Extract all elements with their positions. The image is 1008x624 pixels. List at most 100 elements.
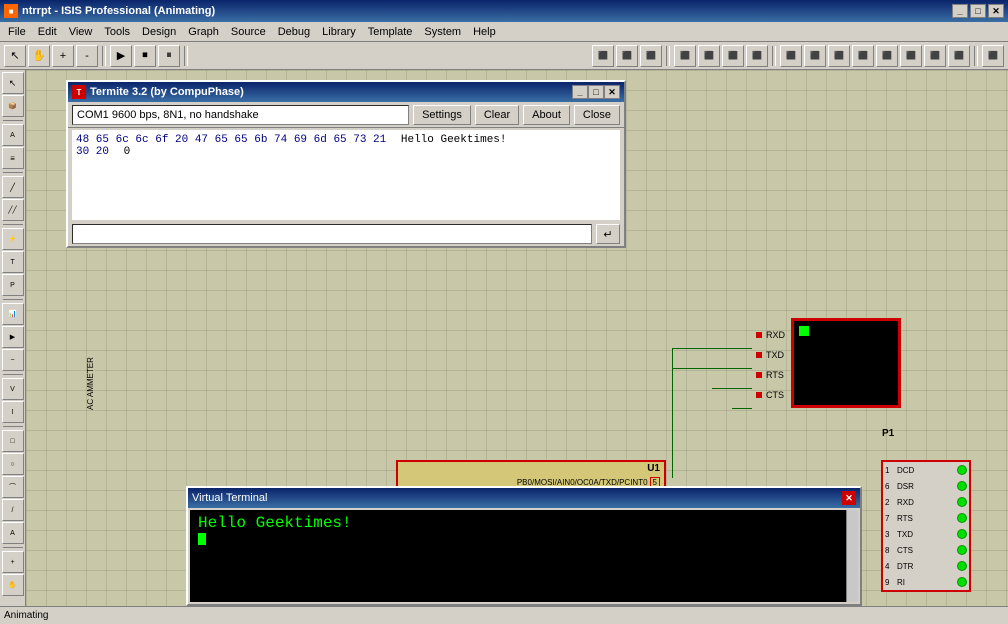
tb-stop[interactable]: ⏹ bbox=[134, 45, 156, 67]
db9-label-rts: RTS bbox=[897, 514, 957, 523]
tb-r6[interactable]: ⬛ bbox=[722, 45, 744, 67]
lt-sep-3 bbox=[3, 224, 23, 225]
tb-run[interactable]: ▶ bbox=[110, 45, 132, 67]
tb-zoom-in[interactable]: + bbox=[52, 45, 74, 67]
virtual-terminal-dialog: Virtual Terminal ✕ Hello Geektimes! bbox=[186, 486, 862, 606]
db9-num-1: 1 bbox=[885, 466, 897, 475]
vterm-scrollbar[interactable] bbox=[846, 510, 858, 602]
lt-bus-wire[interactable]: ╱╱ bbox=[2, 199, 24, 221]
lt-circle[interactable]: ○ bbox=[2, 453, 24, 475]
lt-terminal[interactable]: T bbox=[2, 251, 24, 273]
hex-line-2: 30 20 0 bbox=[76, 146, 616, 158]
termite-close[interactable]: ✕ bbox=[604, 85, 620, 99]
ac-ammeter-label: AC AMMETER bbox=[86, 357, 95, 410]
enter-button[interactable]: ↵ bbox=[596, 224, 620, 244]
lt-volt[interactable]: V bbox=[2, 378, 24, 400]
lt-bus[interactable]: ≡ bbox=[2, 147, 24, 169]
db9-num-2: 2 bbox=[885, 498, 897, 507]
lt-path[interactable]: / bbox=[2, 499, 24, 521]
lt-arc[interactable]: ⌒ bbox=[2, 476, 24, 498]
close-button[interactable]: ✕ bbox=[988, 4, 1004, 18]
menu-graph[interactable]: Graph bbox=[182, 24, 225, 40]
menu-design[interactable]: Design bbox=[136, 24, 182, 40]
lt-pin[interactable]: P bbox=[2, 274, 24, 296]
lt-box[interactable]: □ bbox=[2, 430, 24, 452]
settings-button[interactable]: Settings bbox=[413, 105, 471, 125]
menu-tools[interactable]: Tools bbox=[98, 24, 136, 40]
menu-view[interactable]: View bbox=[63, 24, 99, 40]
tb-zoom-out[interactable]: - bbox=[76, 45, 98, 67]
db9-num-6: 6 bbox=[885, 482, 897, 491]
tb-separator-2 bbox=[184, 46, 188, 66]
lt-graph[interactable]: 📊 bbox=[2, 303, 24, 325]
menu-library[interactable]: Library bbox=[316, 24, 362, 40]
about-button[interactable]: About bbox=[523, 105, 570, 125]
tb-r2[interactable]: ⬛ bbox=[616, 45, 638, 67]
db9-num-4: 4 bbox=[885, 562, 897, 571]
db9-pin-dtr: 4 DTR bbox=[883, 558, 969, 574]
tb-separator-4 bbox=[772, 46, 776, 66]
termite-dialog: T Termite 3.2 (by CompuPhase) _ □ ✕ COM1… bbox=[66, 80, 626, 248]
menu-file[interactable]: File bbox=[2, 24, 32, 40]
menu-source[interactable]: Source bbox=[225, 24, 272, 40]
lt-label[interactable]: A bbox=[2, 124, 24, 146]
vterm-cursor-line bbox=[198, 532, 850, 548]
tb-r8[interactable]: ⬛ bbox=[780, 45, 802, 67]
tb-r15[interactable]: ⬛ bbox=[948, 45, 970, 67]
tb-r4[interactable]: ⬛ bbox=[674, 45, 696, 67]
chip-u1-label: U1 bbox=[398, 462, 664, 475]
close-port-button[interactable]: Close bbox=[574, 105, 620, 125]
menu-debug[interactable]: Debug bbox=[272, 24, 316, 40]
vterm-title-bar: Virtual Terminal ✕ bbox=[188, 488, 860, 508]
tb-r13[interactable]: ⬛ bbox=[900, 45, 922, 67]
minimize-button[interactable]: _ bbox=[952, 4, 968, 18]
termite-minimize[interactable]: _ bbox=[572, 85, 588, 99]
clear-button[interactable]: Clear bbox=[475, 105, 519, 125]
lt-probe[interactable]: ⚡ bbox=[2, 228, 24, 250]
tb-r5[interactable]: ⬛ bbox=[698, 45, 720, 67]
ascii-data-1: Hello Geektimes! bbox=[401, 134, 507, 146]
tb-separator-3 bbox=[666, 46, 670, 66]
hex-data-2: 30 20 bbox=[76, 146, 109, 158]
db9-led-dsr bbox=[957, 481, 967, 491]
lt-zoom-window[interactable]: + bbox=[2, 551, 24, 573]
tb-r10[interactable]: ⬛ bbox=[828, 45, 850, 67]
termite-maximize[interactable]: □ bbox=[588, 85, 604, 99]
lt-curr[interactable]: I bbox=[2, 401, 24, 423]
tb-pause[interactable]: ⏸ bbox=[158, 45, 180, 67]
lt-component[interactable]: 📦 bbox=[2, 95, 24, 117]
menu-template[interactable]: Template bbox=[362, 24, 419, 40]
tb-r3[interactable]: ⬛ bbox=[640, 45, 662, 67]
menu-edit[interactable]: Edit bbox=[32, 24, 63, 40]
hex-line-1: 48 65 6c 6c 6f 20 47 65 65 6b 74 69 6d 6… bbox=[76, 134, 616, 146]
tb-select[interactable]: ↖ bbox=[4, 45, 26, 67]
tb-r14[interactable]: ⬛ bbox=[924, 45, 946, 67]
db9-connector: 1 DCD 6 DSR 2 RXD 7 RTS bbox=[881, 460, 971, 592]
db9-num-7: 7 bbox=[885, 514, 897, 523]
rts-label: RTS bbox=[766, 370, 784, 380]
tb-r9[interactable]: ⬛ bbox=[804, 45, 826, 67]
lt-wire[interactable]: ╱ bbox=[2, 176, 24, 198]
tb-r11[interactable]: ⬛ bbox=[852, 45, 874, 67]
db9-num-3: 3 bbox=[885, 530, 897, 539]
lt-gen[interactable]: ~ bbox=[2, 349, 24, 371]
termite-input-field[interactable] bbox=[72, 224, 592, 244]
db9-led-dtr bbox=[957, 561, 967, 571]
menu-help[interactable]: Help bbox=[467, 24, 502, 40]
vterm-close-button[interactable]: ✕ bbox=[842, 491, 856, 505]
lt-tape[interactable]: ▶ bbox=[2, 326, 24, 348]
lt-pan[interactable]: ✋ bbox=[2, 574, 24, 596]
tb-r12[interactable]: ⬛ bbox=[876, 45, 898, 67]
canvas-area[interactable]: RXD TXD RTS CTS P1 bbox=[26, 70, 1008, 606]
txd-dot bbox=[756, 352, 762, 358]
tb-r1[interactable]: ⬛ bbox=[592, 45, 614, 67]
tb-hand[interactable]: ✋ bbox=[28, 45, 50, 67]
maximize-button[interactable]: □ bbox=[970, 4, 986, 18]
lt-sep-7 bbox=[3, 547, 23, 548]
lt-arrow[interactable]: ↖ bbox=[2, 72, 24, 94]
tb-r16[interactable]: ⬛ bbox=[982, 45, 1004, 67]
termite-content: 48 65 6c 6c 6f 20 47 65 65 6b 74 69 6d 6… bbox=[72, 130, 620, 220]
lt-sym[interactable]: A bbox=[2, 522, 24, 544]
tb-r7[interactable]: ⬛ bbox=[746, 45, 768, 67]
menu-system[interactable]: System bbox=[418, 24, 467, 40]
